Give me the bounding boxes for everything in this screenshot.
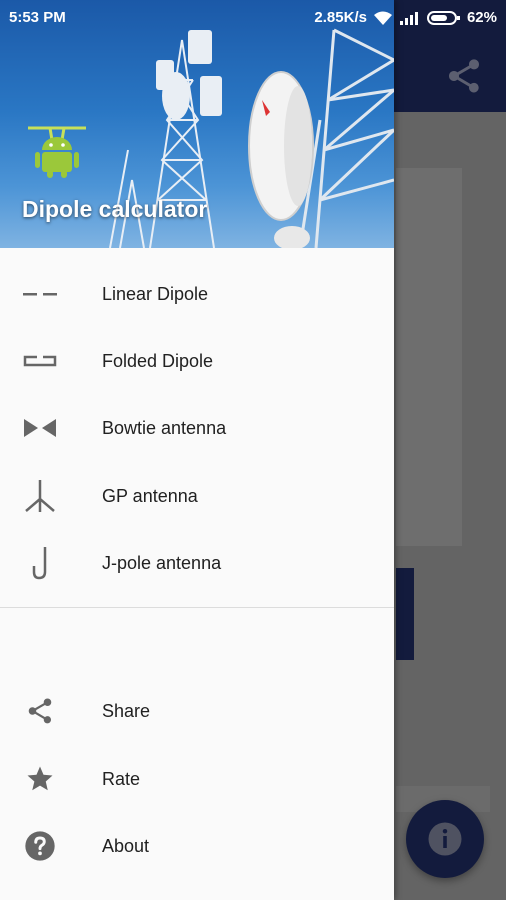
- gp-antenna-icon: [22, 478, 58, 514]
- menu-item-folded-dipole[interactable]: Folded Dipole: [0, 328, 394, 394]
- status-bar: 5:53 PM 2.85K/s 62%: [0, 0, 506, 34]
- menu-item-label: J-pole antenna: [102, 552, 222, 573]
- app-logo: [26, 118, 88, 178]
- help-icon: [22, 828, 58, 864]
- share-icon: [22, 693, 58, 729]
- folded-dipole-icon: [22, 343, 58, 379]
- wifi-icon: [373, 11, 392, 25]
- menu-item-share[interactable]: Share: [0, 678, 394, 744]
- menu-item-j-pole-antenna[interactable]: J-pole antenna: [0, 530, 394, 596]
- menu-item-gp-antenna[interactable]: GP antenna: [0, 463, 394, 529]
- menu-item-label: Folded Dipole: [102, 350, 214, 371]
- menu-item-label: About: [102, 835, 150, 856]
- j-pole-antenna-icon: [22, 545, 58, 581]
- menu-item-label: Share: [102, 700, 151, 721]
- menu-divider: [0, 607, 394, 608]
- menu-item-rate[interactable]: Rate: [0, 746, 394, 812]
- menu-item-label: GP antenna: [102, 485, 198, 506]
- network-speed: 2.85K/s: [314, 9, 367, 26]
- drawer-header: Dipole calculator: [0, 0, 394, 248]
- status-time: 5:53 PM: [9, 9, 66, 26]
- battery-percent: 62%: [466, 9, 497, 26]
- menu-item-linear-dipole[interactable]: Linear Dipole: [0, 261, 394, 327]
- menu-item-label: Rate: [102, 768, 141, 789]
- linear-dipole-icon: [22, 276, 58, 312]
- menu-item-label: Linear Dipole: [102, 283, 209, 304]
- bowtie-antenna-icon: [22, 410, 58, 446]
- drawer-title: Dipole calculator: [22, 196, 208, 222]
- menu-item-bowtie-antenna[interactable]: Bowtie antenna: [0, 395, 394, 461]
- menu-item-about[interactable]: About: [0, 813, 394, 879]
- battery-icon: [426, 10, 460, 25]
- navigation-drawer: Dipole calculator Linear Dipole Folded D…: [0, 0, 394, 900]
- signal-icon: [399, 11, 418, 25]
- menu-item-label: Bowtie antenna: [102, 417, 227, 438]
- star-icon: [22, 761, 58, 797]
